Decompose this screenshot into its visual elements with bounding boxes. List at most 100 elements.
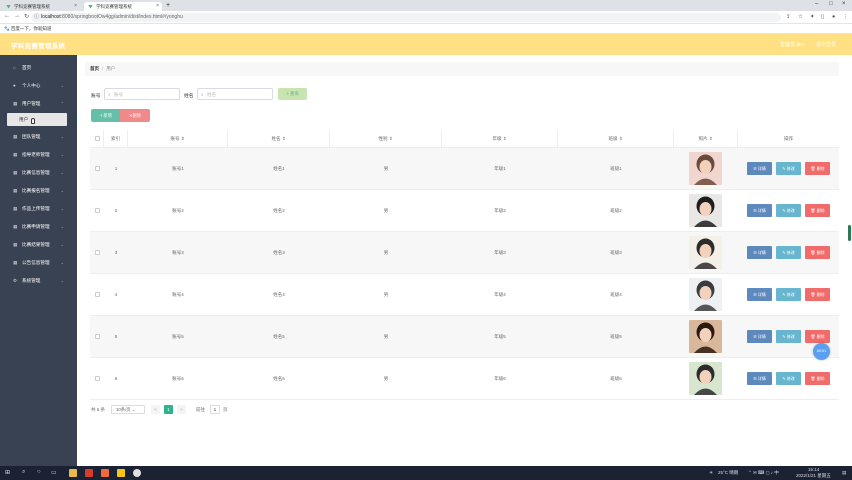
prev-page-button[interactable]: < [151, 405, 160, 414]
page-size-select[interactable]: 10条/页 ⌄ [111, 405, 145, 414]
explorer-app-icon[interactable] [69, 469, 77, 477]
sort-icon[interactable]: ⇕ [617, 136, 623, 141]
sort-icon[interactable]: ⇕ [501, 136, 507, 141]
profile-icon[interactable]: ● [832, 14, 835, 20]
header-name[interactable]: 姓名 ⇕ [228, 130, 330, 148]
user-photo[interactable] [689, 320, 722, 353]
clock-time[interactable]: 15:14 [808, 467, 819, 472]
browser-tab[interactable]: 学科竞赛管理系统 × [2, 2, 80, 11]
sidebar-item-home[interactable]: ⌂ 首页 [0, 61, 77, 75]
edit-button[interactable]: ✎ 修改 [776, 288, 801, 301]
task-view-icon[interactable]: ▭ [51, 469, 57, 477]
floating-widget[interactable]: 00:01 [813, 343, 830, 360]
sidebar-icon[interactable]: ▯ [821, 14, 824, 20]
sidebar-item-advisors[interactable]: ▦ 指导老师管理 ⌄ [0, 148, 77, 162]
star-icon[interactable]: ☆ [798, 14, 803, 20]
sidebar-item-users[interactable]: ▦ 用户管理 ⌃ [0, 97, 77, 111]
app-icon[interactable] [117, 469, 125, 477]
sort-icon[interactable]: ⇕ [280, 136, 286, 141]
user-photo[interactable] [689, 362, 722, 395]
page-number-1[interactable]: 1 [164, 405, 173, 414]
sidebar-item-competitions[interactable]: ▦ 比赛信息管理 ⌄ [0, 166, 77, 180]
sidebar-subitem-user[interactable]: 用户 [7, 113, 67, 126]
header-gender[interactable]: 性别 ⇕ [330, 130, 442, 148]
windows-start-icon[interactable]: ⊞ [5, 469, 10, 477]
batch-delete-button[interactable]: ✕删除 [120, 109, 150, 122]
account-search-input[interactable]: ⌕ 账号 [104, 88, 180, 100]
row-checkbox[interactable] [95, 292, 100, 297]
delete-button[interactable]: 🗑 删除 [805, 372, 830, 385]
clock-date[interactable]: 2022/1/21 星期五 [796, 473, 831, 478]
wps-app-icon[interactable] [85, 469, 93, 477]
name-search-input[interactable]: ⌕ 姓名 [197, 88, 273, 100]
scrollbar-thumb[interactable] [848, 225, 851, 241]
row-checkbox[interactable] [95, 334, 100, 339]
detail-button[interactable]: ☰ 详情 [747, 162, 772, 175]
close-window-icon[interactable]: × [842, 1, 846, 7]
new-tab-icon[interactable]: + [166, 2, 170, 10]
sort-icon[interactable]: ⇕ [179, 136, 185, 141]
sidebar-item-applications[interactable]: ▦ 比赛申请管理 ⌄ [0, 220, 77, 234]
row-checkbox[interactable] [95, 376, 100, 381]
header-photo[interactable]: 照片 ⇕ [674, 130, 738, 148]
back-icon[interactable]: ← [4, 13, 10, 19]
edit-button[interactable]: ✎ 修改 [776, 372, 801, 385]
header-class[interactable]: 班级 ⇕ [558, 130, 674, 148]
cortana-icon[interactable]: ○ [37, 469, 41, 477]
user-photo[interactable] [689, 236, 722, 269]
detail-button[interactable]: ☰ 详情 [747, 372, 772, 385]
sidebar-item-uploads[interactable]: ▦ 作品上传管理 ⌄ [0, 202, 77, 216]
delete-button[interactable]: 🗑 删除 [805, 162, 830, 175]
edit-button[interactable]: ✎ 修改 [776, 204, 801, 217]
user-photo[interactable] [689, 152, 722, 185]
detail-button[interactable]: ☰ 详情 [747, 330, 772, 343]
goto-page-input[interactable]: 1 [210, 405, 220, 414]
delete-button[interactable]: 🗑 删除 [805, 246, 830, 259]
detail-button[interactable]: ☰ 详情 [747, 288, 772, 301]
menu-icon[interactable]: ⋮ [843, 14, 849, 20]
breadcrumb-home[interactable]: 首页 [90, 66, 99, 71]
user-photo[interactable] [689, 278, 722, 311]
header-grade[interactable]: 年级 ⇕ [442, 130, 558, 148]
user-photo[interactable] [689, 194, 722, 227]
query-button[interactable]: ⌕ 查询 [278, 88, 307, 100]
detail-button[interactable]: ☰ 详情 [747, 246, 772, 259]
sidebar-item-registrations[interactable]: ▦ 比赛报名管理 ⌄ [0, 184, 77, 198]
row-checkbox[interactable] [95, 166, 100, 171]
sort-icon[interactable]: ⇕ [707, 136, 713, 141]
sidebar-item-system[interactable]: ⚙ 系统管理 ⌄ [0, 274, 77, 288]
header-account[interactable]: 账号 ⇕ [128, 130, 228, 148]
next-page-button[interactable]: > [177, 405, 186, 414]
forward-icon[interactable]: → [14, 13, 20, 19]
minimize-icon[interactable]: – [815, 1, 818, 7]
edit-button[interactable]: ✎ 修改 [776, 330, 801, 343]
delete-button[interactable]: 🗑 删除 [805, 288, 830, 301]
share-icon[interactable]: ⇪ [786, 14, 791, 20]
extensions-icon[interactable]: ✦ [810, 14, 815, 20]
logout-link[interactable]: 退出登录 [816, 41, 836, 48]
add-button[interactable]: ＋新增 [91, 109, 120, 122]
edit-button[interactable]: ✎ 修改 [776, 162, 801, 175]
tray-icons[interactable]: ⌃ ✉ ⌨ ◻ ♪ 中 [748, 470, 779, 475]
detail-button[interactable]: ☰ 详情 [747, 204, 772, 217]
app-icon[interactable] [101, 469, 109, 477]
row-checkbox[interactable] [95, 250, 100, 255]
search-icon[interactable]: ⌕ [22, 469, 25, 477]
bookmark-item[interactable]: 🐾 百度一下，你就知道 [4, 26, 57, 31]
edit-button[interactable]: ✎ 修改 [776, 246, 801, 259]
delete-button[interactable]: 🗑 删除 [805, 330, 830, 343]
reload-icon[interactable]: ↻ [24, 13, 29, 20]
notification-icon[interactable]: ▤ [842, 470, 846, 475]
maximize-icon[interactable]: □ [829, 1, 833, 7]
close-tab-icon[interactable]: × [156, 2, 159, 11]
sidebar-item-profile[interactable]: ● 个人中心 ⌄ [0, 79, 77, 93]
close-tab-icon[interactable]: × [74, 2, 77, 11]
sidebar-item-announcements[interactable]: ▦ 公告信息管理 ⌄ [0, 256, 77, 270]
checkbox[interactable] [95, 136, 100, 141]
sidebar-item-teams[interactable]: ▦ 团队管理 ⌄ [0, 130, 77, 144]
delete-button[interactable]: 🗑 删除 [805, 204, 830, 217]
sort-icon[interactable]: ⇕ [387, 136, 393, 141]
row-checkbox[interactable] [95, 208, 100, 213]
chrome-app-icon[interactable] [133, 469, 141, 477]
header-select-all[interactable] [90, 130, 104, 148]
